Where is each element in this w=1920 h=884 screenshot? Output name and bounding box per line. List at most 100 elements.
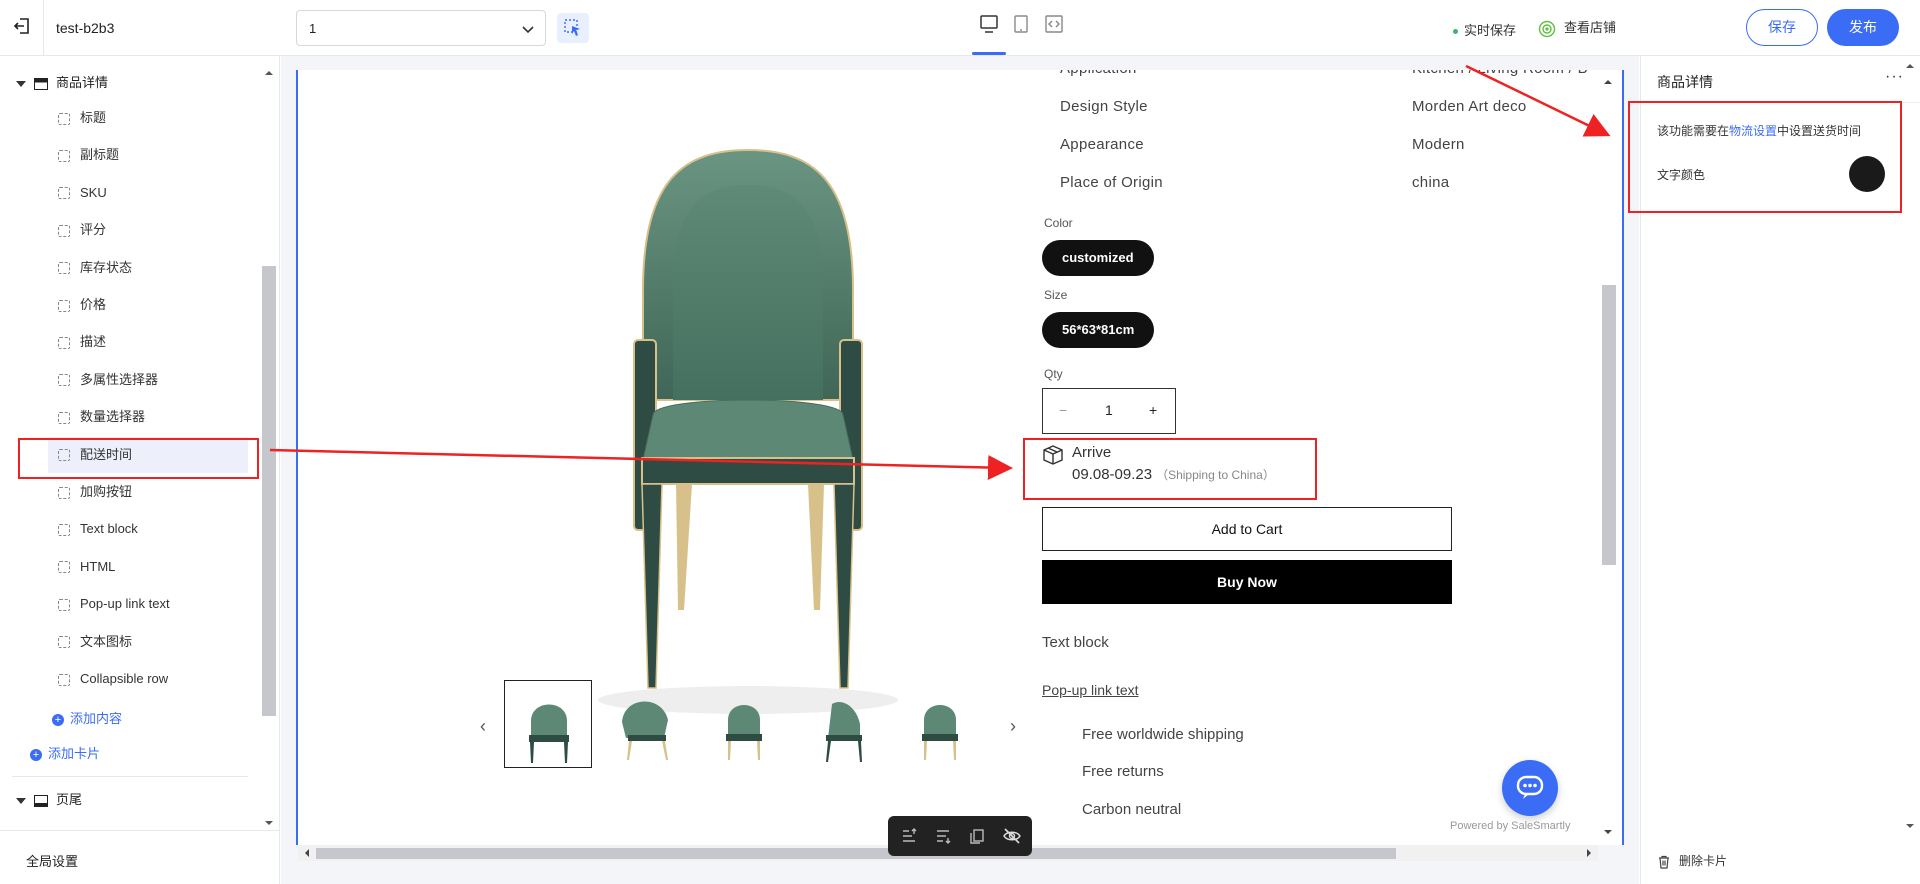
add-content-label: 添加内容 xyxy=(70,711,123,726)
panel-title: 商品详情 xyxy=(1657,74,1713,90)
store-preview[interactable]: ‹ › Application Kitchen / Living Room / B… xyxy=(296,70,1624,845)
add-card-button[interactable]: + 添加卡片 xyxy=(30,743,100,762)
autosave-label: 实时保存 xyxy=(1464,23,1517,38)
scroll-left-icon[interactable] xyxy=(300,845,314,861)
sidebar-item-label: 文本图标 xyxy=(80,633,133,649)
scroll-up-icon[interactable] xyxy=(1901,60,1919,72)
move-up-icon[interactable] xyxy=(900,827,918,845)
buy-now-button[interactable]: Buy Now xyxy=(1042,560,1452,604)
sidebar-item[interactable]: 加购按钮 xyxy=(48,474,248,510)
add-card-label: 添加卡片 xyxy=(48,746,101,761)
color-option-label: Color xyxy=(1044,216,1073,230)
scroll-down-icon[interactable] xyxy=(1598,826,1618,838)
delete-card-button[interactable]: 删除卡片 xyxy=(1657,852,1727,869)
thumbnail[interactable] xyxy=(798,680,886,768)
chat-widget-button[interactable] xyxy=(1502,760,1558,816)
sidebar-item[interactable]: Text block xyxy=(48,511,248,547)
block-icon xyxy=(58,112,70,125)
spec-key: Place of Origin xyxy=(1060,174,1163,191)
duplicate-icon[interactable] xyxy=(968,827,986,845)
preview-vertical-scrollbar[interactable] xyxy=(1598,70,1618,845)
text-block: Text block xyxy=(1042,634,1109,651)
scroll-up-icon[interactable] xyxy=(1598,76,1618,88)
sidebar-item[interactable]: 库存状态 xyxy=(48,250,248,286)
page-select[interactable]: 1 xyxy=(296,10,546,46)
chevron-down-icon xyxy=(522,26,534,34)
popup-link[interactable]: Pop-up link text xyxy=(1042,682,1139,698)
scroll-down-icon[interactable] xyxy=(1901,820,1919,832)
qty-value[interactable]: 1 xyxy=(1105,402,1113,418)
feature-item: Free returns xyxy=(1082,763,1164,780)
section-footer-label: 页尾 xyxy=(56,792,83,807)
hide-icon[interactable] xyxy=(1002,827,1022,845)
exit-icon[interactable] xyxy=(12,16,32,36)
annotation-box-panel xyxy=(1628,101,1902,213)
qty-minus-button[interactable]: − xyxy=(1059,402,1067,418)
panel-scrollbar[interactable] xyxy=(1901,56,1919,836)
thumbnail[interactable] xyxy=(602,680,690,768)
scroll-up-icon[interactable] xyxy=(262,68,276,78)
size-option-pill[interactable]: 56*63*81cm xyxy=(1042,312,1155,348)
status-dot xyxy=(1453,29,1458,35)
section-footer[interactable]: 页尾 xyxy=(16,789,82,808)
sidebar-item[interactable]: SKU xyxy=(48,175,248,211)
publish-button[interactable]: 发布 xyxy=(1827,9,1899,46)
global-settings-button[interactable]: 全局设置 xyxy=(0,830,280,884)
annotation-box-sidebar xyxy=(18,438,259,479)
sidebar-item[interactable]: 副标题 xyxy=(48,137,248,173)
tablet-view-icon[interactable] xyxy=(1010,13,1032,35)
sidebar-item-label: 副标题 xyxy=(80,147,120,163)
sidebar-item[interactable]: 描述 xyxy=(48,324,248,360)
sidebar-scroll-thumb[interactable] xyxy=(262,266,276,716)
section-product-details[interactable]: 商品详情 xyxy=(16,72,108,91)
preview-hscroll-thumb[interactable] xyxy=(316,848,1396,859)
scroll-right-icon[interactable] xyxy=(1582,845,1596,861)
thumbnail[interactable] xyxy=(700,680,788,768)
qty-plus-button[interactable]: + xyxy=(1149,402,1157,418)
view-store-link[interactable]: 查看店铺 xyxy=(1538,17,1616,38)
code-view-icon[interactable] xyxy=(1043,13,1065,35)
sidebar-item[interactable]: 数量选择器 xyxy=(48,399,248,435)
block-icon xyxy=(58,299,70,312)
spec-value: china xyxy=(1412,174,1450,191)
eye-icon xyxy=(1538,20,1556,37)
add-content-button[interactable]: + 添加内容 xyxy=(52,708,122,727)
delete-card-label: 删除卡片 xyxy=(1679,854,1728,868)
sidebar-scrollbar[interactable] xyxy=(262,66,276,826)
thumb-prev-button[interactable]: ‹ xyxy=(480,716,486,737)
sidebar-item[interactable]: 价格 xyxy=(48,287,248,323)
sidebar-item[interactable]: 多属性选择器 xyxy=(48,362,248,398)
cursor-select-icon xyxy=(564,19,580,36)
sidebar-item[interactable]: 评分 xyxy=(48,212,248,248)
color-option-pill[interactable]: customized xyxy=(1042,240,1154,276)
sidebar-item-label: 多属性选择器 xyxy=(80,371,159,387)
thumbnail[interactable] xyxy=(504,680,592,768)
block-icon xyxy=(58,374,70,387)
product-image[interactable] xyxy=(558,140,938,720)
desktop-view-icon[interactable] xyxy=(978,13,1000,35)
sidebar-item-label: 描述 xyxy=(80,334,107,350)
sidebar-item[interactable]: HTML xyxy=(48,549,248,585)
save-button[interactable]: 保存 xyxy=(1746,9,1818,46)
sidebar-item[interactable]: Pop-up link text xyxy=(48,586,248,622)
add-to-cart-button[interactable]: Add to Cart xyxy=(1042,507,1452,551)
sidebar-item-label: 评分 xyxy=(80,222,107,238)
sidebar-item[interactable]: 标题 xyxy=(48,100,248,136)
sidebar-item-label: 标题 xyxy=(80,110,107,125)
scroll-down-icon[interactable] xyxy=(262,818,276,828)
store-name: test-b2b3 xyxy=(56,20,115,36)
move-down-icon[interactable] xyxy=(934,827,952,845)
sidebar-item-label: 数量选择器 xyxy=(80,409,146,425)
element-picker-button[interactable] xyxy=(557,13,589,43)
block-icon xyxy=(58,411,70,424)
thumb-next-button[interactable]: › xyxy=(1010,716,1016,737)
sidebar-item[interactable]: 文本图标 xyxy=(48,624,248,660)
block-icon xyxy=(58,673,70,686)
spec-value: Modern xyxy=(1412,136,1465,153)
preview-scroll-thumb[interactable] xyxy=(1602,285,1616,565)
thumbnail[interactable] xyxy=(896,680,984,768)
sidebar-item[interactable]: Collapsible row xyxy=(48,661,248,697)
sidebar-item-label: Text block xyxy=(80,521,138,537)
sidebar-item-label: Pop-up link text xyxy=(80,596,170,612)
quantity-stepper[interactable]: − 1 + xyxy=(1042,388,1176,434)
